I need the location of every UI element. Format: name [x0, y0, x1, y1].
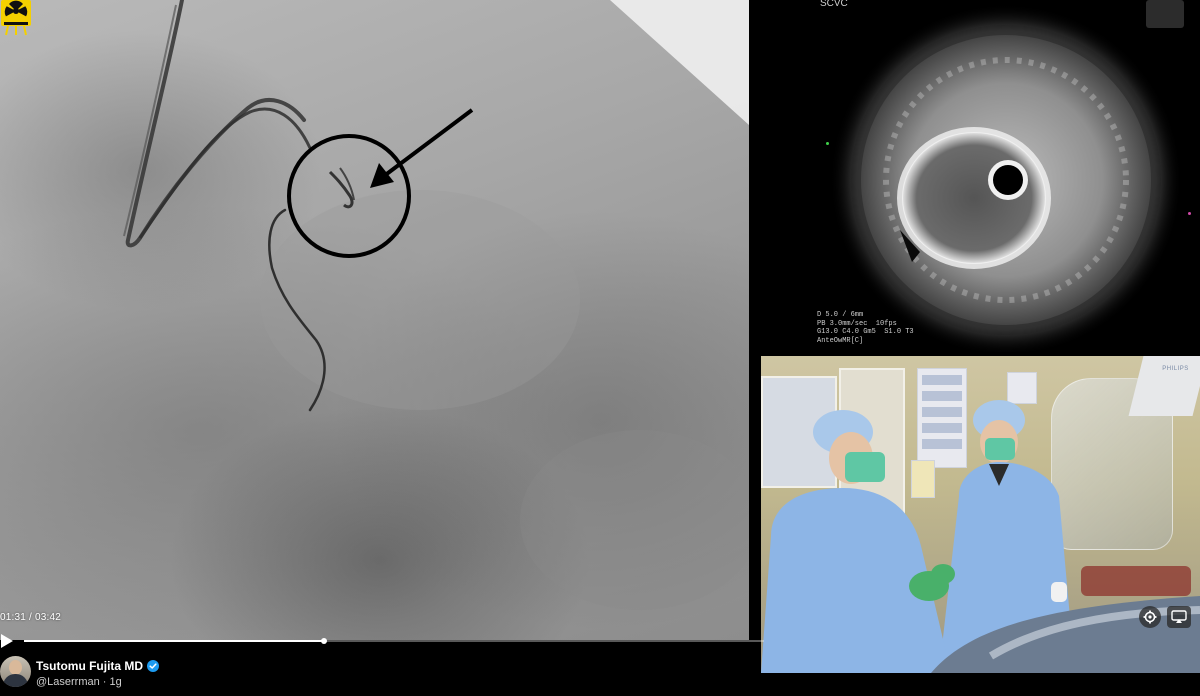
- monitor-boom: PHILIPS: [1128, 356, 1200, 416]
- video-timecode: 01:31 / 03:42: [0, 612, 61, 623]
- annotation-arrow: [382, 108, 474, 178]
- meta-dot: ·: [99, 676, 110, 688]
- ivus-readout: D 5.0 / 6mm PB 3.0mm/sec 10fps G13.0 C4.0 …: [817, 311, 914, 345]
- ivus-image: [830, 4, 1182, 352]
- readout-line: D 5.0 / 6mm: [817, 311, 864, 319]
- readout-line: G13.0 C4.0 Gm5 S1.0 T3: [817, 328, 914, 336]
- verified-badge-icon: [147, 660, 159, 672]
- duration: 03:42: [34, 612, 61, 623]
- time-separator: /: [26, 612, 35, 623]
- readout-line: AnteOwMR[C]: [817, 336, 864, 345]
- gear-icon: [1143, 610, 1157, 624]
- operating-room-camera-view[interactable]: PHILIPS: [761, 356, 1200, 673]
- radiation-warning-icon: [1, 0, 31, 36]
- marker-dot: [1188, 212, 1191, 215]
- play-button[interactable]: [0, 633, 14, 649]
- avatar[interactable]: [0, 656, 31, 687]
- progress-handle[interactable]: [320, 638, 327, 644]
- author-handle[interactable]: @Laserrman: [36, 676, 100, 688]
- current-time: 01:31: [0, 612, 27, 623]
- play-icon: [1, 634, 13, 648]
- brand-label: PHILIPS: [1162, 366, 1189, 372]
- video-progress-bar[interactable]: [24, 638, 764, 644]
- marker-dot: [826, 142, 829, 145]
- post-author: Tsutomu Fujita MD @Laserrman · 1g: [0, 655, 760, 696]
- ivus-corner-box: [1146, 0, 1184, 28]
- angiogram-image: [123, 0, 749, 610]
- fullscreen-button[interactable]: [1167, 606, 1191, 628]
- ivus-vessel-label: SCVC: [820, 0, 848, 9]
- readout-line: PB 3.0mm/sec 10fps: [817, 319, 897, 328]
- ivus-view[interactable]: SCVC D 5.0 / 6mm PB 3.0mm/sec 10fps G13.0 …: [750, 0, 1200, 352]
- angiogram-view[interactable]: [0, 0, 749, 640]
- post-age: 1g: [109, 676, 122, 688]
- fullscreen-icon: [1171, 610, 1187, 623]
- author-name[interactable]: Tsutomu Fujita MD: [36, 659, 143, 673]
- progress-fill: [24, 640, 324, 642]
- author-meta: @Laserrman · 1g: [36, 676, 122, 688]
- settings-button[interactable]: [1139, 606, 1161, 628]
